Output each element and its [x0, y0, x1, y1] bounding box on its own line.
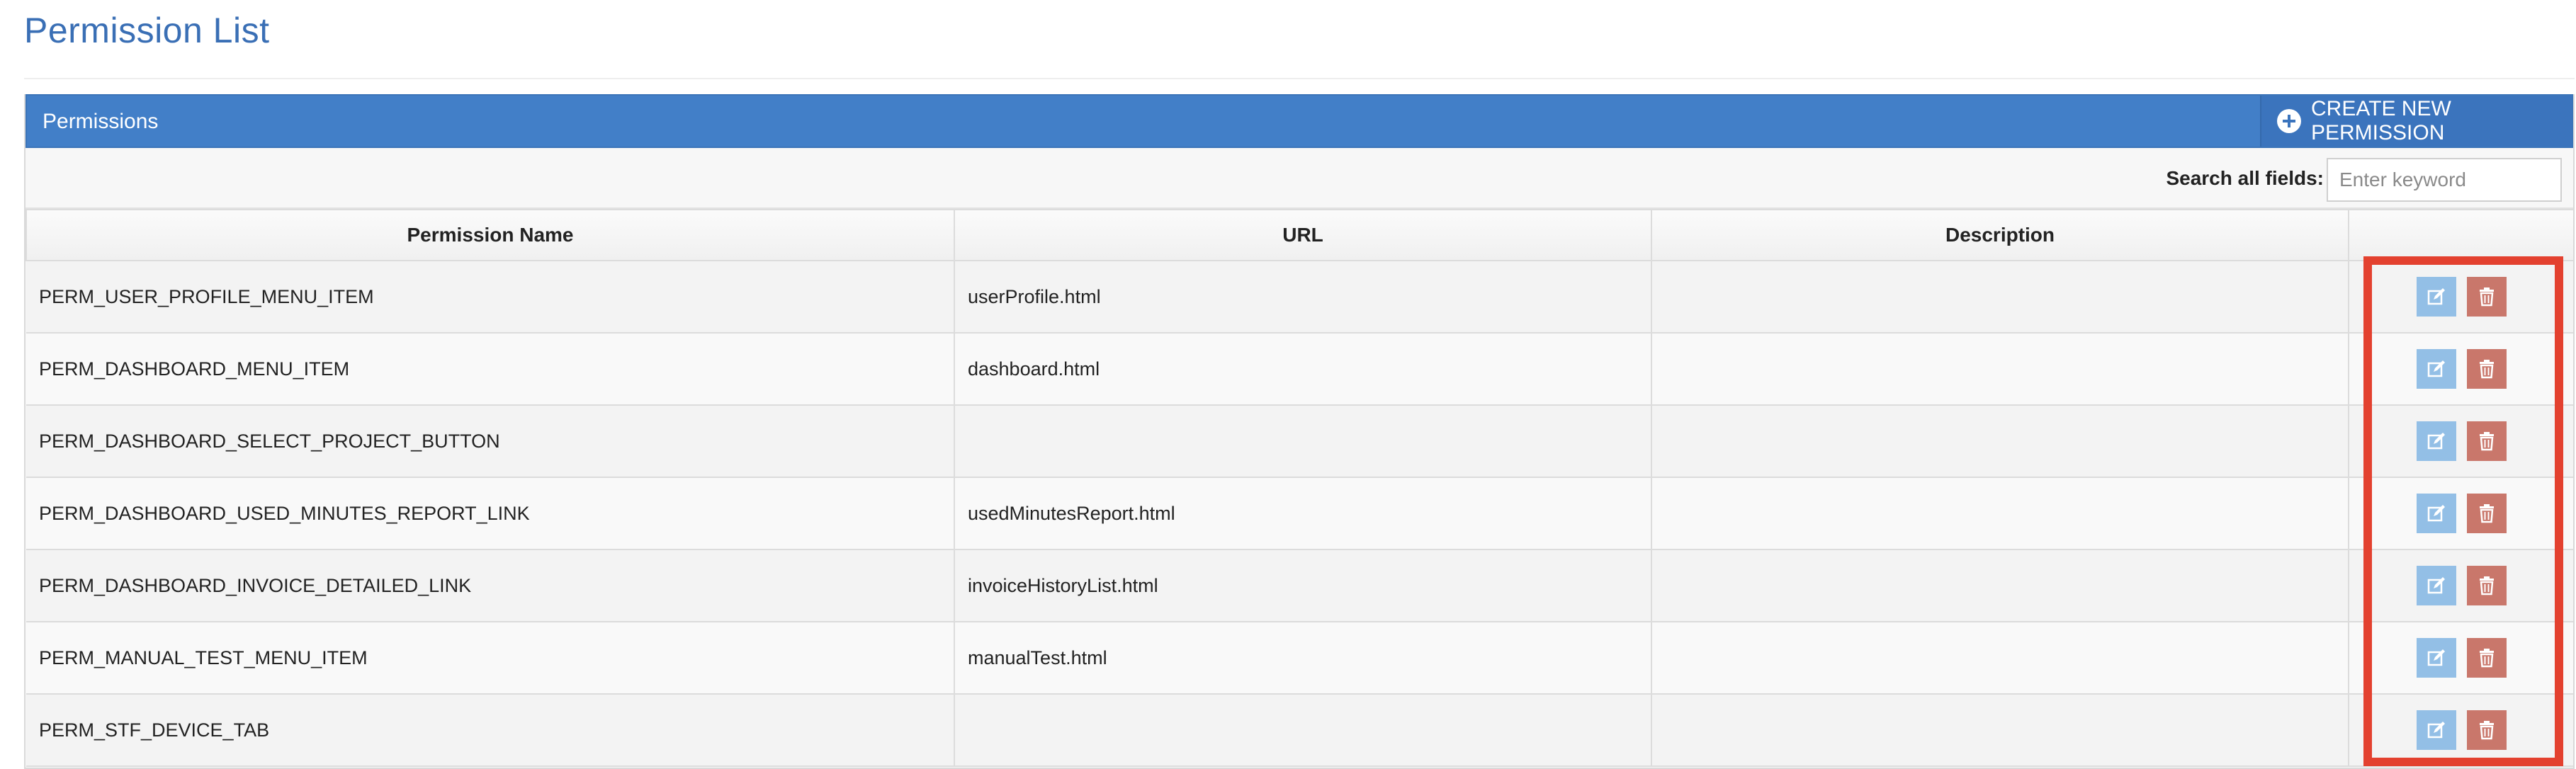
edit-button[interactable] — [2416, 421, 2456, 461]
edit-icon — [2427, 649, 2445, 666]
table-row[interactable]: PERM_USER_PROFILE_MENU_ITEM userProfile.… — [26, 261, 2573, 334]
url-cell — [954, 694, 1652, 767]
plus-circle-icon — [2277, 109, 2301, 133]
actions-cell — [2349, 549, 2573, 622]
permission-name-cell: PERM_DASHBOARD_MENU_ITEM — [26, 333, 955, 406]
create-new-permission-label: CREATE NEW PERMISSION — [2311, 97, 2451, 144]
trash-icon — [2480, 360, 2495, 379]
delete-button[interactable] — [2467, 638, 2507, 678]
description-cell — [1651, 694, 2349, 767]
delete-button[interactable] — [2467, 710, 2507, 750]
panel-header: Permissions CREATE NEW PERMISSION — [26, 94, 2573, 148]
search-bar: Search all fields: — [26, 148, 2573, 209]
edit-button[interactable] — [2416, 277, 2456, 317]
url-cell: usedMinutesReport.html — [954, 477, 1652, 550]
table-row[interactable]: PERM_MANUAL_TEST_MENU_ITEM manualTest.ht… — [26, 622, 2573, 695]
edit-button[interactable] — [2416, 349, 2456, 389]
permissions-panel: Permissions CREATE NEW PERMISSION Search… — [24, 94, 2575, 769]
description-cell — [1651, 622, 2349, 695]
trash-icon — [2480, 287, 2495, 307]
actions-cell — [2349, 333, 2573, 406]
delete-button[interactable] — [2467, 421, 2507, 461]
edit-button[interactable] — [2416, 638, 2456, 678]
page-title: Permission List — [24, 11, 270, 50]
edit-button[interactable] — [2416, 710, 2456, 750]
url-cell: userProfile.html — [954, 261, 1652, 334]
column-header-actions — [2348, 209, 2573, 261]
permissions-table: Permission Name URL Description PERM_USE… — [26, 209, 2573, 767]
table-header-row: Permission Name URL Description — [26, 209, 2573, 261]
table-row[interactable]: PERM_DASHBOARD_USED_MINUTES_REPORT_LINK … — [26, 477, 2573, 550]
table-row[interactable]: PERM_DASHBOARD_SELECT_PROJECT_BUTTON — [26, 405, 2573, 478]
description-cell — [1651, 261, 2349, 334]
edit-button[interactable] — [2416, 494, 2456, 533]
permission-list-page: Permission List Permissions CREATE NEW P… — [0, 0, 2576, 769]
url-cell — [954, 405, 1652, 478]
description-cell — [1651, 405, 2349, 478]
permission-name-cell: PERM_DASHBOARD_INVOICE_DETAILED_LINK — [26, 549, 955, 622]
delete-button[interactable] — [2467, 277, 2507, 317]
edit-icon — [2427, 360, 2445, 377]
url-cell: dashboard.html — [954, 333, 1652, 406]
panel-title: Permissions — [43, 110, 159, 133]
table-row[interactable]: PERM_DASHBOARD_MENU_ITEM dashboard.html — [26, 333, 2573, 406]
edit-icon — [2427, 505, 2445, 522]
trash-icon — [2480, 649, 2495, 668]
actions-cell — [2349, 694, 2573, 767]
table-row[interactable]: PERM_STF_DEVICE_TAB — [26, 694, 2573, 767]
description-cell — [1651, 549, 2349, 622]
permission-name-cell: PERM_STF_DEVICE_TAB — [26, 694, 955, 767]
edit-icon — [2427, 433, 2445, 450]
permission-name-cell: PERM_DASHBOARD_SELECT_PROJECT_BUTTON — [26, 405, 955, 478]
trash-icon — [2480, 721, 2495, 740]
permission-name-cell: PERM_USER_PROFILE_MENU_ITEM — [26, 261, 955, 334]
column-header-description[interactable]: Description — [1651, 209, 2349, 261]
edit-icon — [2427, 577, 2445, 594]
permission-name-cell: PERM_DASHBOARD_USED_MINUTES_REPORT_LINK — [26, 477, 955, 550]
table-row[interactable]: PERM_DASHBOARD_INVOICE_DETAILED_LINK inv… — [26, 549, 2573, 622]
actions-cell — [2349, 405, 2573, 478]
title-divider — [24, 78, 2575, 79]
delete-button[interactable] — [2467, 349, 2507, 389]
url-cell: invoiceHistoryList.html — [954, 549, 1652, 622]
column-header-permission-name[interactable]: Permission Name — [26, 209, 955, 261]
edit-icon — [2427, 288, 2445, 305]
search-label: Search all fields: — [2166, 167, 2324, 189]
edit-icon — [2427, 722, 2445, 739]
edit-button[interactable] — [2416, 566, 2456, 605]
column-header-url[interactable]: URL — [954, 209, 1652, 261]
delete-button[interactable] — [2467, 494, 2507, 533]
trash-icon — [2480, 504, 2495, 523]
search-input[interactable] — [2327, 158, 2562, 202]
trash-icon — [2480, 576, 2495, 596]
permission-name-cell: PERM_MANUAL_TEST_MENU_ITEM — [26, 622, 955, 695]
create-new-permission-button[interactable]: CREATE NEW PERMISSION — [2260, 96, 2572, 147]
actions-cell — [2349, 622, 2573, 695]
trash-icon — [2480, 432, 2495, 451]
actions-cell — [2349, 261, 2573, 334]
url-cell: manualTest.html — [954, 622, 1652, 695]
actions-cell — [2349, 477, 2573, 550]
description-cell — [1651, 333, 2349, 406]
description-cell — [1651, 477, 2349, 550]
delete-button[interactable] — [2467, 566, 2507, 605]
